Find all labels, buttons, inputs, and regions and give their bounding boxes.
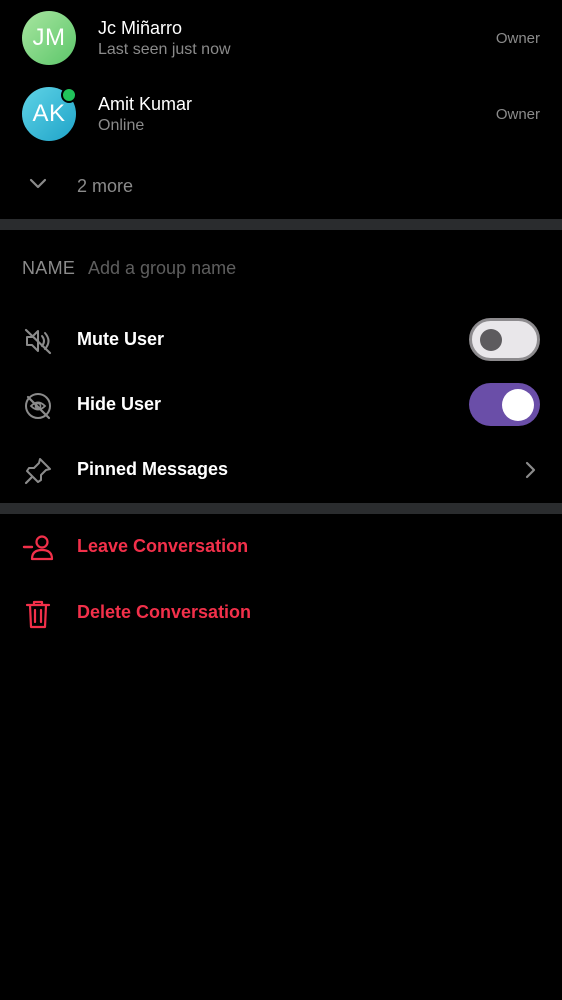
hide-user-label: Hide User — [77, 394, 162, 414]
chevron-down-icon — [29, 178, 47, 189]
pinned-messages-row[interactable]: Pinned Messages — [0, 442, 562, 498]
member-status: Last seen just now — [98, 41, 231, 58]
chevron-right-icon — [525, 461, 536, 479]
online-indicator — [61, 87, 77, 103]
section-divider — [0, 503, 562, 514]
hide-user-toggle[interactable] — [469, 383, 540, 426]
section-divider — [0, 219, 562, 230]
mute-user-toggle[interactable] — [469, 318, 540, 361]
avatar: AK — [22, 87, 77, 141]
mute-user-label: Mute User — [77, 329, 165, 349]
toggle-knob — [480, 329, 502, 351]
member-name: Jc Miñarro — [98, 18, 183, 38]
remove-person-icon — [22, 535, 54, 561]
avatar-initials: AK — [32, 100, 66, 127]
name-label: NAME — [22, 258, 76, 278]
toggle-knob — [502, 388, 534, 421]
speaker-muted-icon — [24, 328, 52, 355]
group-name-row: NAME — [0, 250, 562, 286]
member-role: Owner — [495, 106, 540, 123]
member-status: Online — [98, 117, 145, 134]
trash-icon — [25, 600, 51, 629]
eye-off-icon — [25, 393, 51, 420]
member-role: Owner — [495, 30, 540, 47]
show-more-members-button[interactable]: 2 more — [0, 166, 562, 206]
avatar-initials: JM — [32, 24, 66, 51]
delete-conversation-label: Delete Conversation — [77, 602, 252, 622]
more-label: 2 more — [77, 176, 134, 196]
hide-user-row: Hide User — [0, 377, 562, 433]
avatar: JM — [22, 11, 76, 65]
leave-conversation-button[interactable]: Leave Conversation — [0, 519, 562, 575]
leave-conversation-label: Leave Conversation — [77, 536, 249, 556]
group-name-input[interactable] — [88, 254, 508, 282]
member-row[interactable]: JM Jc Miñarro Last seen just now Owner — [0, 1, 562, 65]
delete-conversation-button[interactable]: Delete Conversation — [0, 585, 562, 641]
mute-user-row: Mute User — [0, 312, 562, 368]
member-row[interactable]: AK Amit Kumar Online Owner — [0, 77, 562, 141]
pin-icon — [24, 458, 51, 485]
member-name: Amit Kumar — [98, 94, 193, 114]
pinned-messages-label: Pinned Messages — [77, 459, 229, 479]
